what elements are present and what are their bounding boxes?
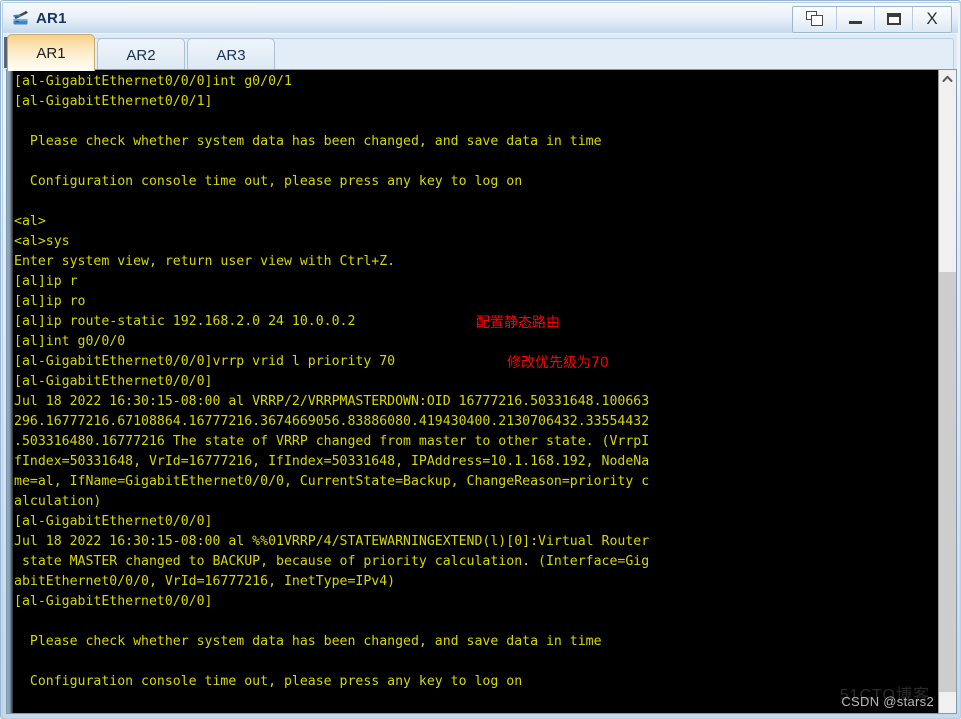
maximize-icon xyxy=(886,12,901,25)
scrollbar-up-button[interactable] xyxy=(939,70,956,88)
terminal-left-bevel xyxy=(7,70,13,713)
terminal-line: [al]int g0/0/0 xyxy=(14,332,924,352)
title-bar[interactable]: AR1 X xyxy=(3,3,958,33)
terminal-line-text: fIndex=50331648, VrId=16777216, IfIndex=… xyxy=(14,454,650,469)
terminal-line: Please check whether system data has bee… xyxy=(14,132,924,152)
router-icon xyxy=(11,8,31,28)
terminal-line-text: [al]ip ro xyxy=(14,294,86,309)
watermark-text: CSDN @stars2 xyxy=(841,694,934,709)
terminal-line: fIndex=50331648, VrId=16777216, IfIndex=… xyxy=(14,452,924,472)
terminal-line-text: Jul 18 2022 16:30:15-08:00 al %%01VRRP/4… xyxy=(14,534,650,549)
terminal-line-text: [al]ip route-static 192.168.2.0 24 10.0.… xyxy=(14,314,356,329)
terminal-line: alculation) xyxy=(14,492,924,512)
terminal-line-text: Please check whether system data has bee… xyxy=(14,634,602,649)
window-title: AR1 xyxy=(36,9,67,27)
terminal-line-text: Please check whether system data has bee… xyxy=(14,134,602,149)
terminal-line-text: alculation) xyxy=(14,494,102,509)
terminal-line-text: <al>sys xyxy=(14,234,70,249)
terminal-line-text: Jul 18 2022 16:30:15-08:00 al VRRP/2/VRR… xyxy=(14,394,650,409)
minimize-button[interactable] xyxy=(837,7,875,30)
terminal-line-text: Configuration console time out, please p… xyxy=(14,674,523,689)
maximize-button[interactable] xyxy=(875,7,913,30)
restore-cascade-button[interactable] xyxy=(793,7,837,30)
terminal-line: 296.16777216.67108864.16777216.367466905… xyxy=(14,412,924,432)
terminal-line-text: <al> xyxy=(14,214,46,229)
terminal-line-text: 296.16777216.67108864.16777216.367466905… xyxy=(14,414,650,429)
terminal-line-text: [al-GigabitEthernet0/0/0] xyxy=(14,594,213,609)
terminal-line: [al-GigabitEthernet0/0/0] xyxy=(14,372,924,392)
tab-ar2[interactable]: AR2 xyxy=(97,38,185,71)
terminal-line: Jul 18 2022 16:30:15-08:00 al %%01VRRP/4… xyxy=(14,532,924,552)
close-button[interactable]: X xyxy=(913,7,951,30)
terminal-line: [al-GigabitEthernet0/0/0]vrrp vrid l pri… xyxy=(14,352,924,372)
terminal-line: <al> xyxy=(14,212,924,232)
terminal-line-text: [al-GigabitEthernet0/0/0] xyxy=(14,374,213,389)
terminal-line: me=al, IfName=GigabitEthernet0/0/0, Curr… xyxy=(14,472,924,492)
terminal-line-text: .503316480.16777216 The state of VRRP ch… xyxy=(14,434,650,449)
terminal-scrollbar[interactable] xyxy=(938,70,956,713)
tab-ar2-label: AR2 xyxy=(126,46,156,64)
terminal-line: [al-GigabitEthernet0/0/0] xyxy=(14,592,924,612)
terminal-line: abitEthernet0/0/0, VrId=16777216, InetTy… xyxy=(14,572,924,592)
tab-list: AR1 AR2 AR3 xyxy=(7,34,277,71)
tab-ar1-label: AR1 xyxy=(36,44,66,62)
terminal-line: [al-GigabitEthernet0/0/1] xyxy=(14,92,924,112)
terminal-line: [al-GigabitEthernet0/0/0] xyxy=(14,512,924,532)
terminal-line-text: [al-GigabitEthernet0/0/1] xyxy=(14,94,213,109)
terminal-line: Configuration console time out, please p… xyxy=(14,672,924,692)
chevron-up-icon xyxy=(942,75,953,83)
terminal-line: Configuration console time out, please p… xyxy=(14,172,924,192)
terminal-line: Jul 18 2022 16:30:15-08:00 al VRRP/2/VRR… xyxy=(14,392,924,412)
window-controls: X xyxy=(792,6,952,33)
annotation-note: 修改优先级为70 xyxy=(507,355,609,371)
terminal-line: [al-GigabitEthernet0/0/0]int g0/0/1 xyxy=(14,72,924,92)
terminal-line-text: Enter system view, return user view with… xyxy=(14,254,396,269)
tab-ar3[interactable]: AR3 xyxy=(187,38,275,71)
terminal-output: [al-GigabitEthernet0/0/0]int g0/0/1 [al-G… xyxy=(14,72,924,692)
terminal-line: Please check whether system data has bee… xyxy=(14,632,924,652)
annotation-note: 配置静态路由 xyxy=(476,315,560,331)
terminal-line: [al]ip ro xyxy=(14,292,924,312)
terminal-line-text: [al]ip r xyxy=(14,274,78,289)
close-icon: X xyxy=(926,9,938,28)
terminal-line: Enter system view, return user view with… xyxy=(14,252,924,272)
terminal-line-text: [al-GigabitEthernet0/0/0]int g0/0/1 xyxy=(14,74,292,89)
terminal-line-text: [al]int g0/0/0 xyxy=(14,334,126,349)
minimize-icon xyxy=(849,21,862,24)
terminal-line: .503316480.16777216 The state of VRRP ch… xyxy=(14,432,924,452)
tab-ar3-label: AR3 xyxy=(216,46,246,64)
terminal-line-text: abitEthernet0/0/0, VrId=16777216, InetTy… xyxy=(14,574,396,589)
terminal-line-text: Configuration console time out, please p… xyxy=(14,174,523,189)
terminal-line-text: state MASTER changed to BACKUP, because … xyxy=(14,554,650,569)
terminal-line: [al]ip route-static 192.168.2.0 24 10.0.… xyxy=(14,312,924,332)
router-cli-window: AR1 X AR1 AR2 AR3 [al-GigabitEthernet0/0… xyxy=(0,0,961,719)
terminal-console[interactable]: [al-GigabitEthernet0/0/0]int g0/0/1 [al-G… xyxy=(6,69,957,714)
terminal-line: [al]ip r xyxy=(14,272,924,292)
terminal-line: <al>sys xyxy=(14,232,924,252)
terminal-line-text: me=al, IfName=GigabitEthernet0/0/0, Curr… xyxy=(14,474,650,489)
scrollbar-thumb[interactable] xyxy=(939,272,956,692)
terminal-line-text: [al-GigabitEthernet0/0/0] xyxy=(14,514,213,529)
terminal-line: state MASTER changed to BACKUP, because … xyxy=(14,552,924,572)
tab-ar1[interactable]: AR1 xyxy=(7,34,95,71)
terminal-line-text: [al-GigabitEthernet0/0/0]vrrp vrid l pri… xyxy=(14,354,396,369)
restore-windows-icon xyxy=(806,11,823,26)
